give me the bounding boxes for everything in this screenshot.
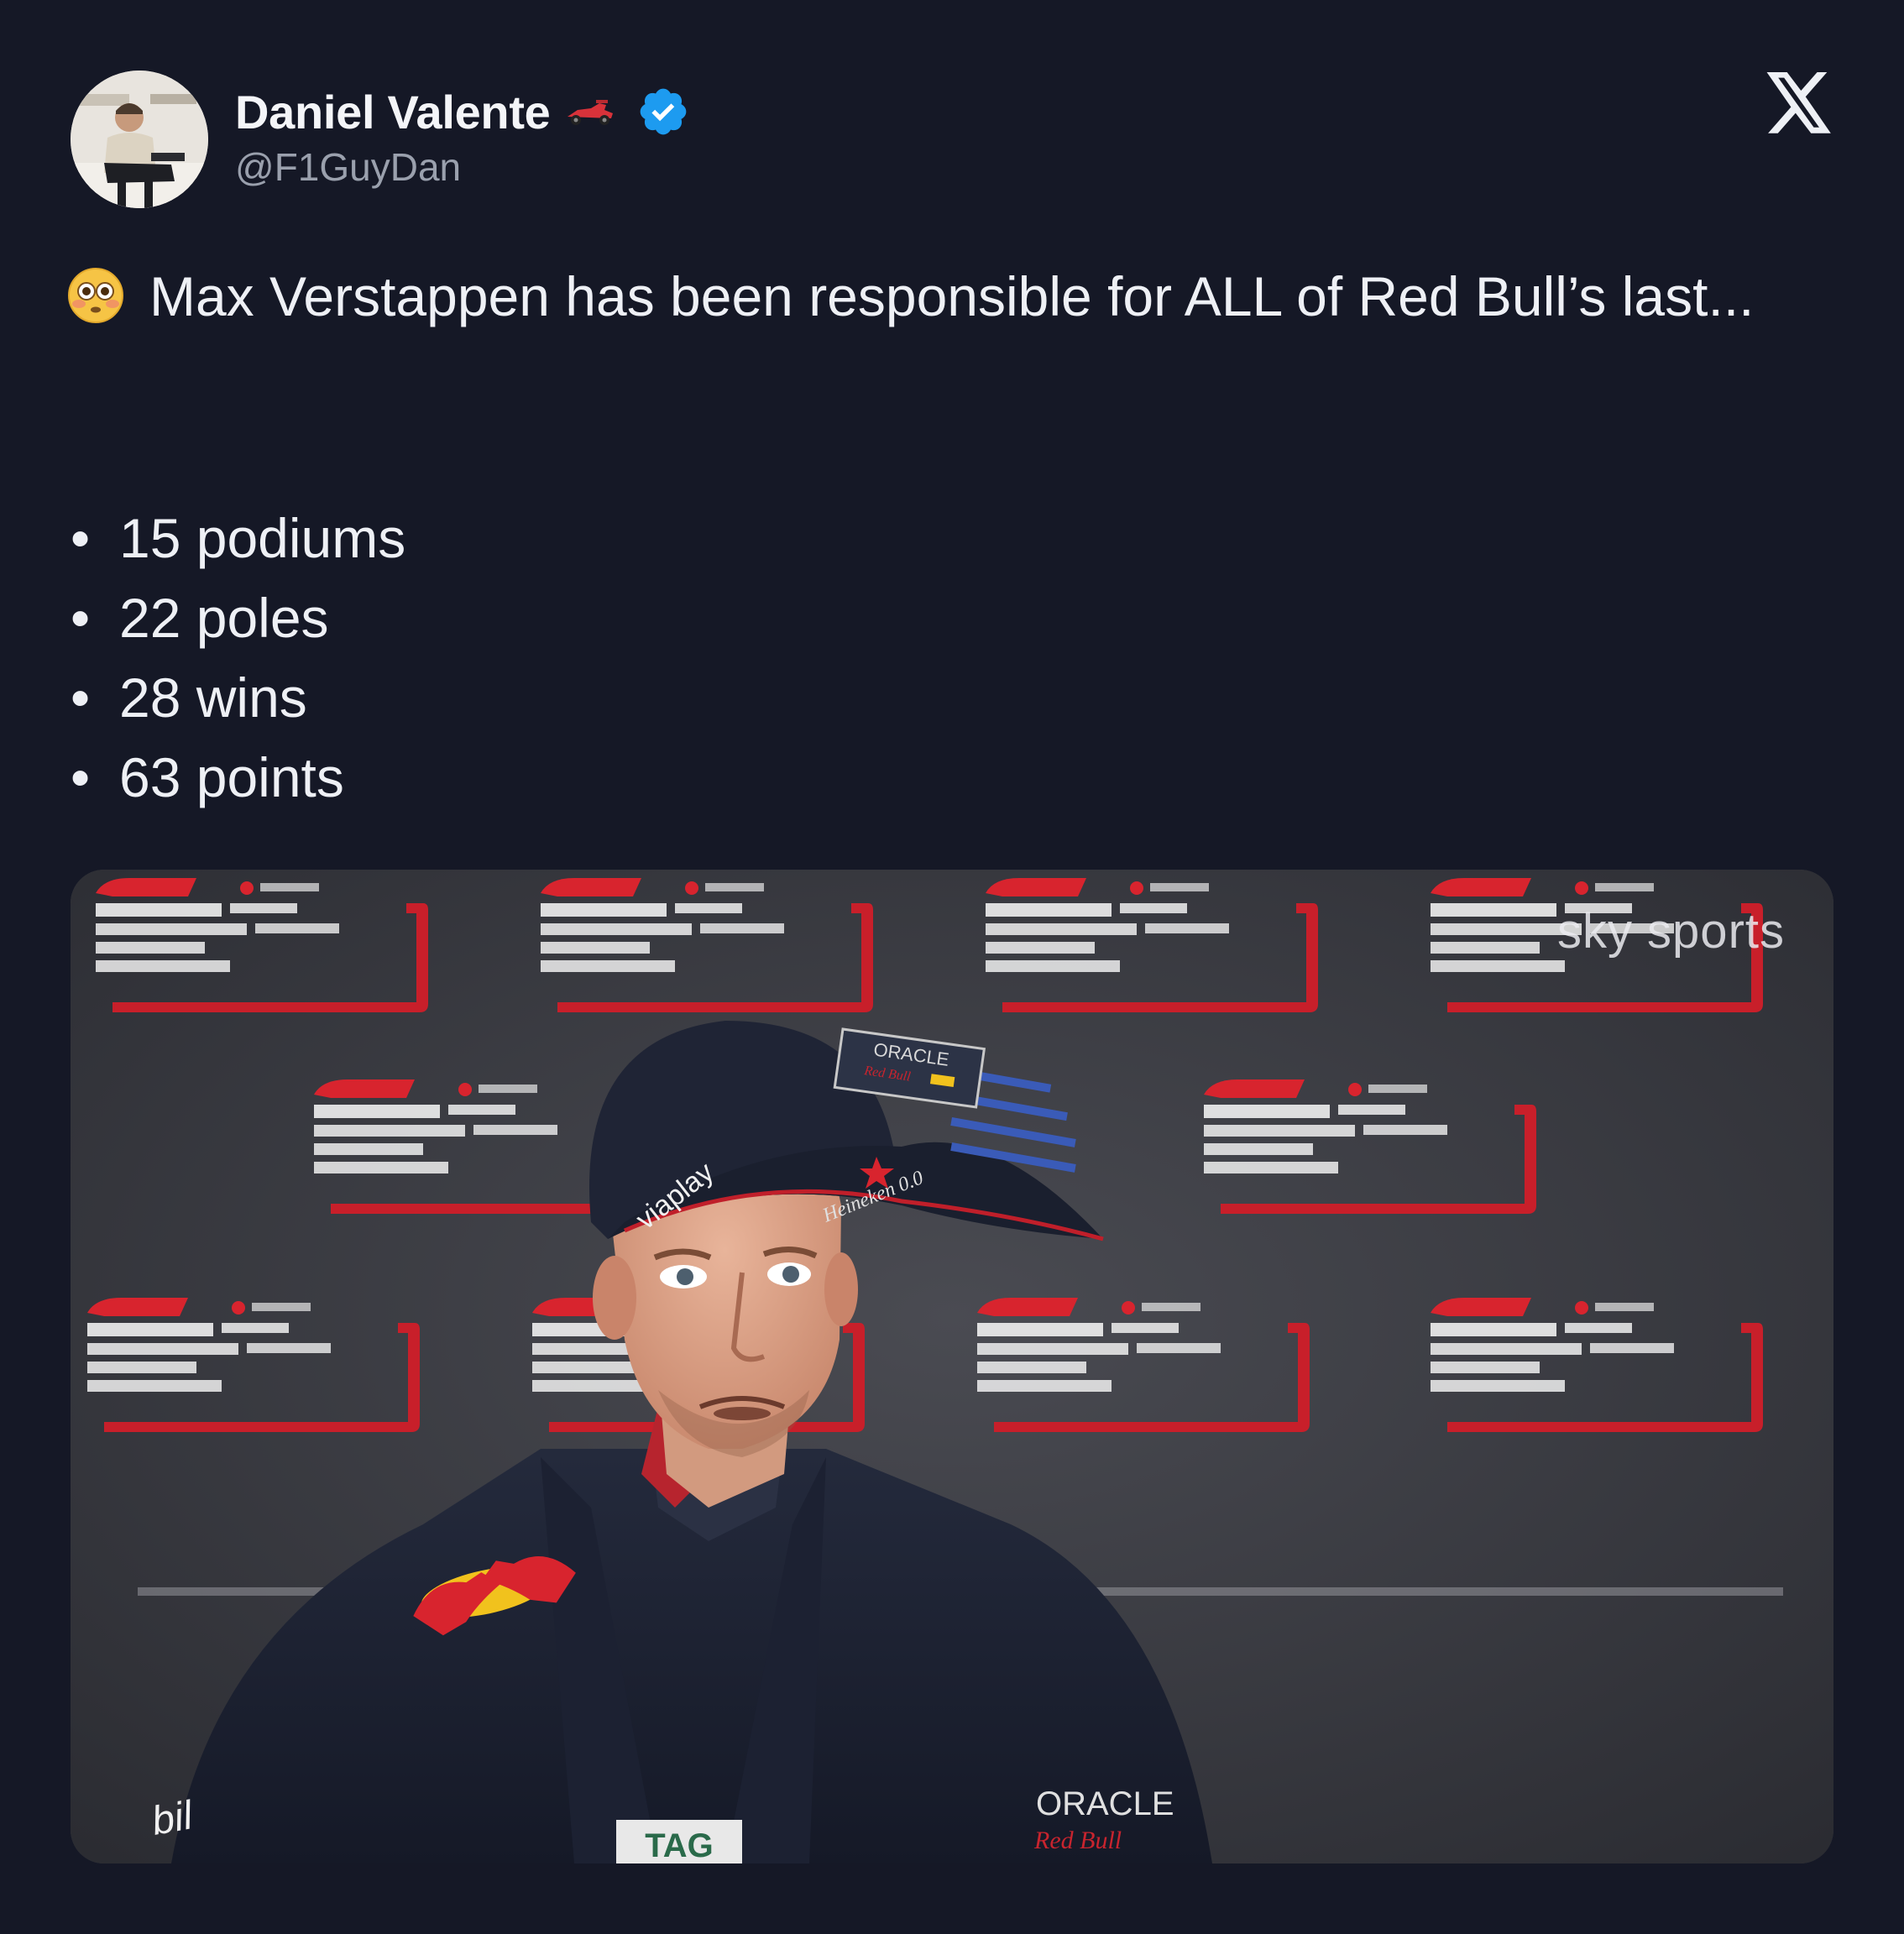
list-item: 28 wins: [67, 658, 405, 738]
author-handle[interactable]: @F1GuyDan: [235, 144, 461, 190]
stats-list: 15 podiums 22 poles 28 wins 63 points: [67, 499, 405, 818]
flushed-face-icon: [67, 265, 124, 323]
tag-heuer-text: TAG: [645, 1827, 713, 1863]
racing-car-icon: [562, 95, 616, 128]
list-item: 15 podiums: [67, 499, 405, 578]
author-name-row: Daniel Valente: [235, 81, 690, 143]
tweet-text: Max Verstappen has been responsible for …: [67, 257, 1839, 336]
verified-badge-icon: [636, 85, 690, 139]
x-logo-icon[interactable]: [1766, 72, 1833, 136]
tweet-media-image[interactable]: ORACLE Red Bull viaplay Heineken 0.0 TAG…: [71, 870, 1833, 1863]
author-avatar[interactable]: [71, 71, 208, 208]
list-item: 22 poles: [67, 578, 405, 658]
sky-sports-watermark: sky sports: [1556, 904, 1785, 959]
list-item: 63 points: [67, 738, 405, 818]
svg-text:Red Bull: Red Bull: [1033, 1827, 1122, 1854]
tweet-main-text: Max Verstappen has been responsible for …: [149, 265, 1755, 327]
author-display-name[interactable]: Daniel Valente: [235, 85, 551, 139]
jacket-oracle-text: ORACLE: [1036, 1785, 1174, 1822]
tweet-card: Daniel Valente @F1GuyDan Max Verstappen …: [0, 0, 1904, 1934]
